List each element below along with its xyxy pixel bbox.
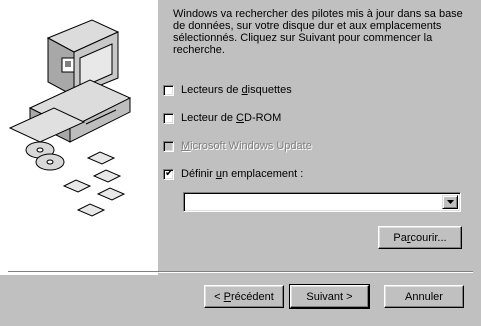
windows-update-checkbox: Microsoft Windows Update bbox=[163, 138, 312, 154]
specify-location-label: Définir un emplacement : bbox=[181, 168, 304, 180]
check-mark-icon: ✔ bbox=[165, 167, 174, 179]
checkbox-box bbox=[163, 140, 174, 152]
divider bbox=[8, 271, 473, 273]
back-button-label: < Précédent bbox=[214, 290, 274, 303]
chevron-down-icon bbox=[446, 200, 454, 204]
wizard-illustration bbox=[0, 0, 158, 275]
specify-location-checkbox[interactable]: ✔ Définir un emplacement : bbox=[163, 166, 303, 182]
windows-update-label: Microsoft Windows Update bbox=[181, 140, 312, 152]
browse-button[interactable]: Parcourir... bbox=[378, 226, 462, 249]
floppy-drives-checkbox[interactable]: Lecteurs de disquettes bbox=[163, 82, 292, 98]
back-button[interactable]: < Précédent bbox=[204, 285, 284, 308]
computer-with-disks-icon bbox=[8, 19, 132, 217]
browse-button-label: Parcourir... bbox=[393, 231, 447, 244]
cdrom-drive-label: Lecteur de CD-ROM bbox=[181, 112, 282, 124]
next-button[interactable]: Suivant > bbox=[289, 284, 370, 309]
cdrom-drive-checkbox[interactable]: Lecteur de CD-ROM bbox=[163, 110, 281, 126]
checkbox-box[interactable] bbox=[163, 112, 174, 124]
location-combobox[interactable] bbox=[183, 192, 461, 212]
dropdown-button[interactable] bbox=[442, 195, 458, 209]
cancel-button[interactable]: Annuler bbox=[384, 285, 464, 308]
cancel-button-label: Annuler bbox=[405, 290, 443, 303]
next-button-label: Suivant > bbox=[306, 290, 353, 303]
checkbox-box[interactable] bbox=[163, 84, 174, 96]
intro-text: Windows va rechercher des pilotes mis à … bbox=[173, 8, 463, 56]
checkbox-box[interactable]: ✔ bbox=[163, 167, 174, 180]
floppy-drives-label: Lecteurs de disquettes bbox=[181, 84, 292, 96]
